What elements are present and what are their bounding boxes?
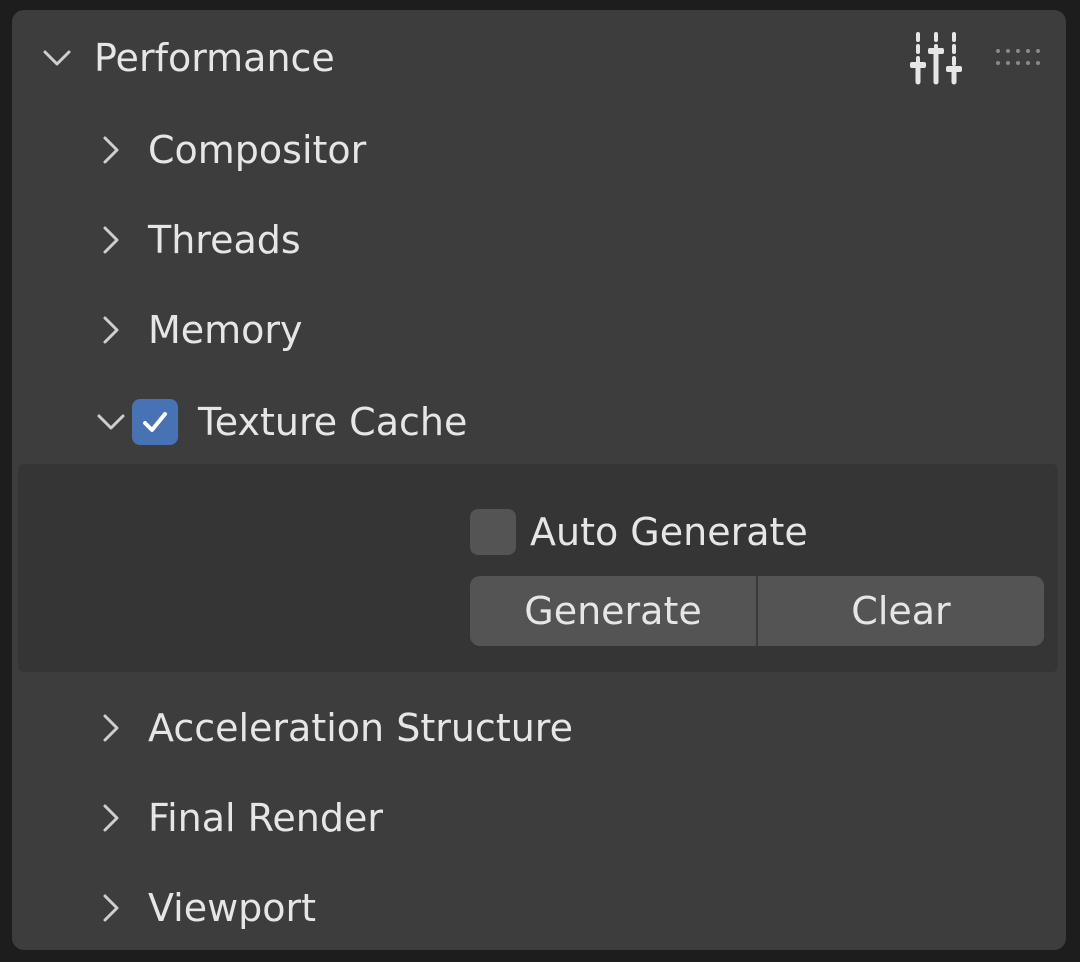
- section-label: Texture Cache: [198, 400, 468, 444]
- texture-cache-buttons: Generate Clear: [470, 576, 1044, 646]
- section-final-render[interactable]: Final Render: [94, 788, 383, 848]
- auto-generate-row[interactable]: Auto Generate: [470, 502, 808, 562]
- section-label: Memory: [148, 308, 303, 352]
- performance-panel-header[interactable]: Performance: [40, 28, 335, 88]
- chevron-right-icon[interactable]: [94, 711, 128, 745]
- clear-button[interactable]: Clear: [756, 576, 1044, 646]
- auto-generate-checkbox[interactable]: [470, 509, 516, 555]
- section-label: Compositor: [148, 128, 367, 172]
- sliders-icon[interactable]: [908, 30, 964, 86]
- texture-cache-checkbox[interactable]: [132, 399, 178, 445]
- section-threads[interactable]: Threads: [94, 210, 301, 270]
- chevron-down-icon[interactable]: [40, 41, 74, 75]
- drag-handle-icon[interactable]: [994, 46, 1040, 70]
- section-label: Acceleration Structure: [148, 706, 573, 750]
- section-label: Viewport: [148, 886, 317, 930]
- generate-button[interactable]: Generate: [470, 576, 756, 646]
- chevron-right-icon[interactable]: [94, 223, 128, 257]
- section-label: Final Render: [148, 796, 383, 840]
- section-acceleration-structure[interactable]: Acceleration Structure: [94, 698, 573, 758]
- auto-generate-label: Auto Generate: [530, 510, 808, 554]
- chevron-right-icon[interactable]: [94, 891, 128, 925]
- texture-cache-subpanel: Auto Generate Generate Clear: [18, 464, 1058, 672]
- header-tools: [908, 28, 1040, 88]
- section-texture-cache[interactable]: Texture Cache: [94, 392, 467, 452]
- chevron-right-icon[interactable]: [94, 801, 128, 835]
- panel-title: Performance: [94, 36, 335, 80]
- section-compositor[interactable]: Compositor: [94, 120, 366, 180]
- section-label: Threads: [148, 218, 301, 262]
- section-viewport[interactable]: Viewport: [94, 878, 316, 938]
- checkmark-icon: [143, 412, 167, 432]
- performance-panel: Performance Compositor Threads Memory Te…: [12, 10, 1066, 950]
- chevron-right-icon[interactable]: [94, 313, 128, 347]
- section-memory[interactable]: Memory: [94, 300, 303, 360]
- chevron-right-icon[interactable]: [94, 133, 128, 167]
- chevron-down-icon[interactable]: [94, 405, 128, 439]
